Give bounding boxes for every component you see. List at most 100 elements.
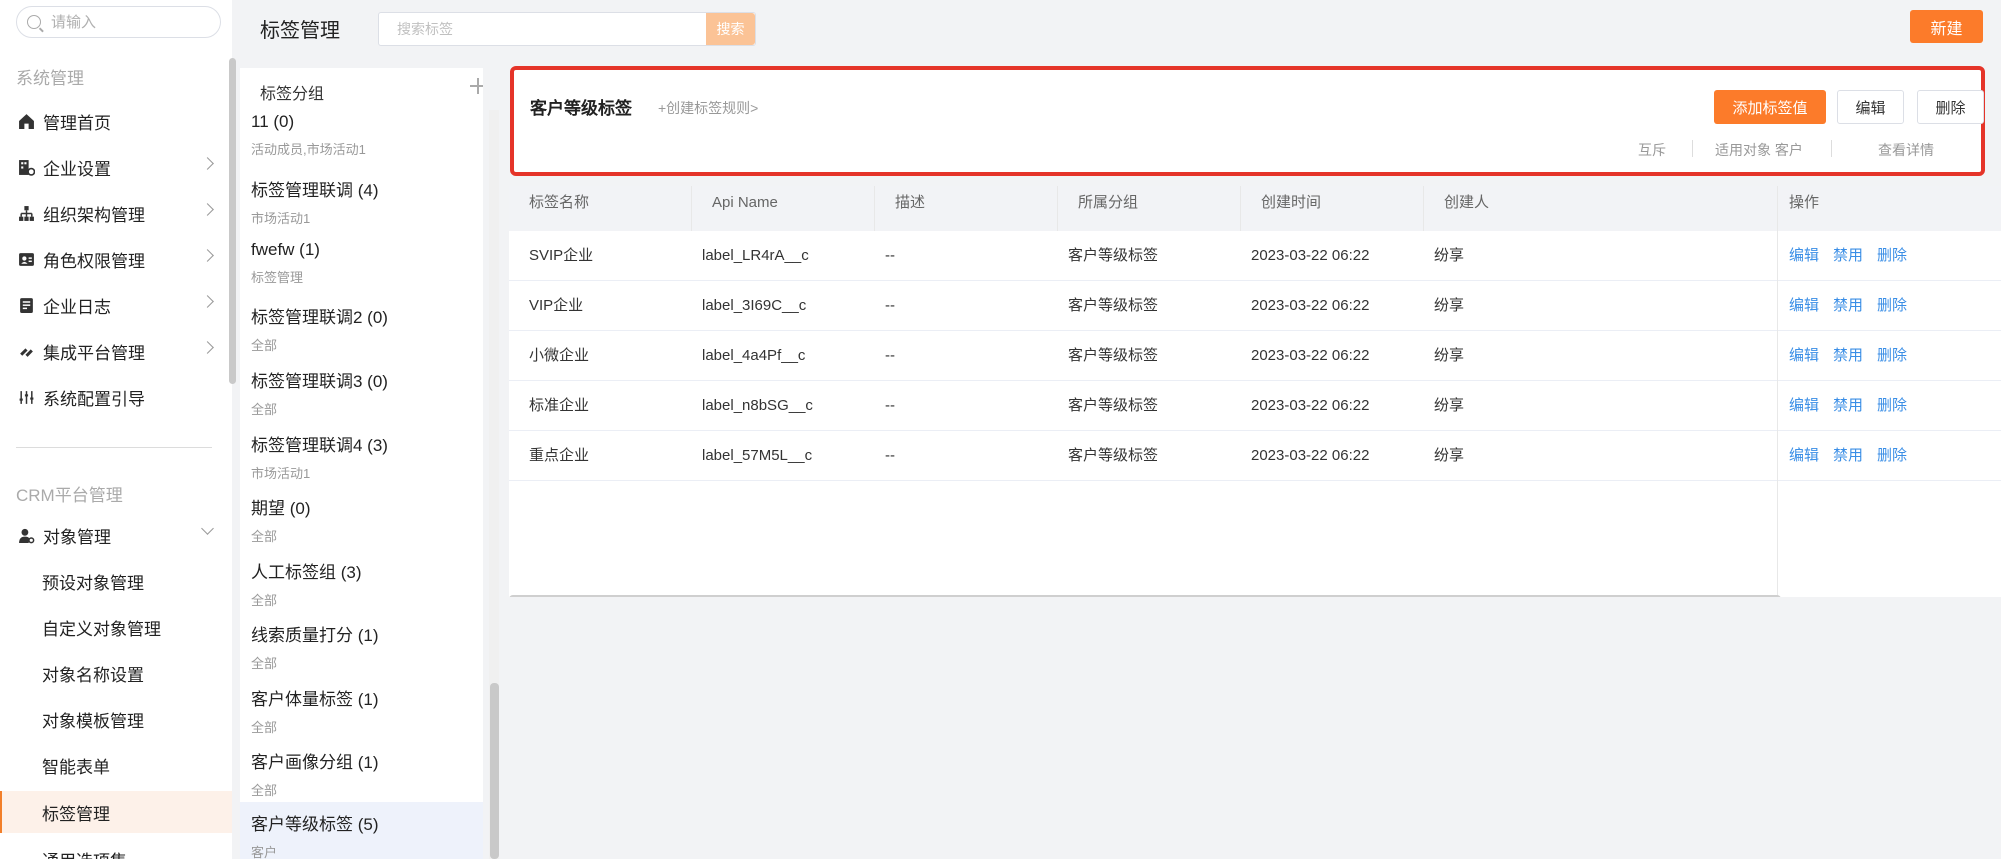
group-scope: 全部 [251, 720, 278, 735]
group-item[interactable]: 线索质量打分 (1) 全部 [240, 619, 483, 682]
group-item[interactable]: 标签管理联调2 (0) 全部 [240, 301, 483, 364]
group-name: 客户画像分组 (1) [251, 753, 379, 772]
sidebar-subitem-tag-mgmt[interactable]: 标签管理 [0, 791, 232, 833]
group-name: 客户等级标签 (5) [251, 815, 379, 834]
sidebar-subitem-preset-object[interactable]: 预设对象管理 [0, 560, 232, 602]
cell-created-time: 2023-03-22 06:22 [1251, 447, 1370, 464]
sidebar: 系统管理 管理首页 企业设置 组织架构管理 角色权限管理 企业日志 集成平台管理… [0, 0, 232, 859]
row-delete-link[interactable]: 删除 [1877, 247, 1907, 264]
cell-api-name: label_57M5L__c [702, 447, 813, 464]
group-item[interactable]: 标签管理联调 (4) 市场活动1 [240, 174, 483, 237]
tag-search: 搜索 [378, 12, 756, 46]
view-detail-link[interactable]: 查看详情 [1878, 140, 1934, 160]
cell-tag-name: 标准企业 [529, 397, 590, 414]
sidebar-subitem-object-name[interactable]: 对象名称设置 [0, 652, 232, 694]
row-disable-link[interactable]: 禁用 [1833, 447, 1863, 464]
cell-actions: 编辑 禁用 删除 [1777, 381, 1921, 431]
row-delete-link[interactable]: 删除 [1877, 297, 1907, 314]
cell-description: -- [885, 447, 895, 464]
chevron-right-icon [201, 249, 214, 262]
row-delete-link[interactable]: 删除 [1877, 347, 1907, 364]
log-icon [17, 296, 35, 314]
group-item[interactable]: 客户画像分组 (1) 全部 [240, 746, 483, 809]
group-scope: 全部 [251, 529, 278, 544]
sidebar-item-label: 集成平台管理 [43, 343, 145, 363]
sidebar-subitem-option-set[interactable]: 通用选项集 [0, 838, 232, 859]
group-panel-title: 标签分组 [260, 86, 325, 103]
sidebar-item-org[interactable]: 组织架构管理 [0, 192, 232, 234]
cell-actions: 编辑 禁用 删除 [1777, 431, 1921, 481]
add-group-icon[interactable] [470, 78, 483, 94]
search-button[interactable]: 搜索 [706, 13, 755, 45]
sidebar-item-log[interactable]: 企业日志 [0, 284, 232, 326]
sidebar-item-label: 管理首页 [43, 113, 111, 133]
row-delete-link[interactable]: 删除 [1877, 447, 1907, 464]
detail-title: 客户等级标签 [530, 99, 632, 118]
group-item[interactable]: 人工标签组 (3) 全部 [240, 556, 483, 619]
group-scope: 标签管理 [251, 270, 304, 285]
sidebar-item-label: 系统配置引导 [43, 389, 145, 409]
sidebar-item-integration[interactable]: 集成平台管理 [0, 330, 232, 372]
row-edit-link[interactable]: 编辑 [1789, 247, 1819, 264]
column-header-created-time: 创建时间 [1241, 186, 1424, 231]
group-name: 标签管理联调2 (0) [251, 308, 388, 327]
sidebar-search[interactable] [16, 6, 221, 38]
integration-icon [17, 342, 35, 360]
sidebar-item-label: 角色权限管理 [43, 251, 145, 271]
row-disable-link[interactable]: 禁用 [1833, 297, 1863, 314]
group-scope: 全部 [251, 402, 278, 417]
row-edit-link[interactable]: 编辑 [1789, 297, 1819, 314]
tag-search-input[interactable] [379, 13, 706, 45]
group-item-selected[interactable]: 客户等级标签 (5) 客户 [240, 802, 483, 859]
chevron-down-icon [201, 522, 214, 535]
edit-group-button[interactable]: 编辑 [1837, 90, 1904, 124]
cell-group: 客户等级标签 [1068, 247, 1159, 264]
sidebar-item-config-guide[interactable]: 系统配置引导 [0, 376, 232, 418]
chevron-right-icon [201, 295, 214, 308]
new-button[interactable]: 新建 [1910, 10, 1983, 43]
group-scope: 全部 [251, 593, 278, 608]
group-item[interactable]: fwefw (1) 标签管理 [240, 238, 483, 301]
cell-created-time: 2023-03-22 06:22 [1251, 297, 1370, 314]
row-disable-link[interactable]: 禁用 [1833, 347, 1863, 364]
sidebar-subitem-object-template[interactable]: 对象模板管理 [0, 698, 232, 740]
table-horizontal-scrollbar[interactable] [509, 595, 1781, 597]
group-item[interactable]: 11 (0) 活动成员,市场活动1 [240, 110, 483, 173]
cell-description: -- [885, 397, 895, 414]
cell-api-name: label_4a4Pf__c [702, 347, 806, 364]
sidebar-subitem-custom-object[interactable]: 自定义对象管理 [0, 606, 232, 648]
sidebar-item-label: 企业日志 [43, 297, 111, 317]
group-name: 标签管理联调3 (0) [251, 372, 388, 391]
row-delete-link[interactable]: 删除 [1877, 397, 1907, 414]
cell-actions: 编辑 禁用 删除 [1777, 231, 1921, 281]
row-edit-link[interactable]: 编辑 [1789, 447, 1819, 464]
column-header-group: 所属分组 [1058, 186, 1241, 231]
cell-created-time: 2023-03-22 06:22 [1251, 247, 1370, 264]
create-tag-rule-link[interactable]: +创建标签规则> [658, 98, 758, 118]
group-item[interactable]: 标签管理联调4 (3) 市场活动1 [240, 429, 483, 492]
row-disable-link[interactable]: 禁用 [1833, 397, 1863, 414]
sidebar-item-company-settings[interactable]: 企业设置 [0, 146, 232, 188]
add-tag-value-button[interactable]: 添加标签值 [1714, 90, 1826, 124]
delete-group-button[interactable]: 删除 [1917, 90, 1984, 124]
row-disable-link[interactable]: 禁用 [1833, 247, 1863, 264]
sidebar-item-home[interactable]: 管理首页 [0, 100, 232, 142]
sidebar-scrollbar[interactable] [229, 58, 236, 384]
group-scrollbar[interactable] [490, 683, 499, 859]
group-item[interactable]: 标签管理联调3 (0) 全部 [240, 365, 483, 428]
sidebar-search-input[interactable] [51, 13, 201, 31]
cell-api-name: label_3I69C__c [702, 297, 807, 314]
group-item[interactable]: 客户体量标签 (1) 全部 [240, 683, 483, 746]
group-name: 期望 (0) [251, 499, 311, 518]
sidebar-subitem-smart-form[interactable]: 智能表单 [0, 744, 232, 786]
cell-creator: 纷享 [1434, 297, 1465, 314]
meta-divider [1692, 140, 1693, 157]
sidebar-item-object-mgmt[interactable]: 对象管理 [0, 514, 232, 556]
group-name: 人工标签组 (3) [251, 563, 362, 582]
group-item[interactable]: 期望 (0) 全部 [240, 492, 483, 555]
sidebar-item-label: 组织架构管理 [43, 205, 145, 225]
row-edit-link[interactable]: 编辑 [1789, 347, 1819, 364]
section-title-system: 系统管理 [16, 69, 84, 88]
sidebar-item-roles[interactable]: 角色权限管理 [0, 238, 232, 280]
row-edit-link[interactable]: 编辑 [1789, 397, 1819, 414]
